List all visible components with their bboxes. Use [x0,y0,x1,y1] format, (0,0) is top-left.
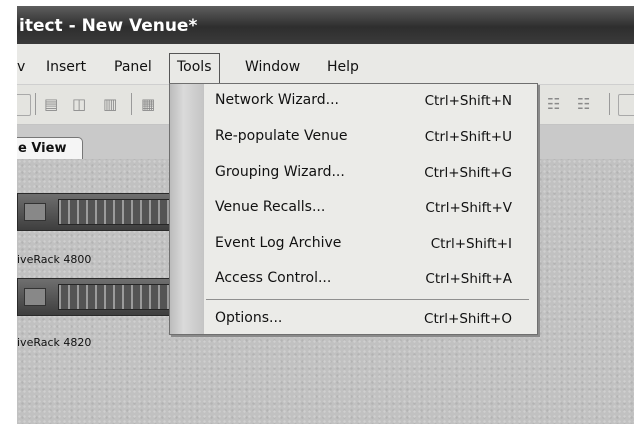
menu-item-shortcut: Ctrl+Shift+O [424,311,512,327]
device-slots [58,284,170,310]
menu-item-event-log-archive[interactable]: Event Log Archive Ctrl+Shift+I [170,231,537,261]
menu-item-label: Event Log Archive [215,235,342,251]
menu-item-network-wizard[interactable]: Network Wizard... Ctrl+Shift+N [170,88,537,118]
menu-help[interactable]: Help [327,54,359,80]
menu-panel[interactable]: Panel [114,54,152,80]
toolbar-icon-1[interactable] [17,94,31,116]
menu-tools[interactable]: Tools [169,53,220,85]
menu-item-shortcut: Ctrl+Shift+I [430,236,512,252]
menu-item-label: Venue Recalls... [215,199,326,215]
menu-item-shortcut: Ctrl+Shift+G [424,165,512,181]
menu-item-repopulate-venue[interactable]: Re-populate Venue Ctrl+Shift+U [170,124,537,154]
align-bottom-icon[interactable]: ▥ [103,94,117,114]
toolbar-separator [131,93,132,115]
menu-item-shortcut: Ctrl+Shift+A [425,271,512,287]
menu-item-grouping-wizard[interactable]: Grouping Wizard... Ctrl+Shift+G [170,160,537,190]
menu-bar: v Insert Panel Tools Window Help [17,44,634,85]
menu-window[interactable]: Window [245,54,300,80]
menu-item-access-control[interactable]: Access Control... Ctrl+Shift+A [170,266,537,296]
toolbar-separator [609,93,610,115]
menu-item-label: Network Wizard... [215,92,340,108]
menu-insert[interactable]: Insert [46,54,86,80]
menu-view[interactable]: v [17,54,25,80]
grid-b-icon[interactable]: ☷ [577,94,590,114]
menu-item-venue-recalls[interactable]: Venue Recalls... Ctrl+Shift+V [170,195,537,225]
menu-item-shortcut: Ctrl+Shift+N [424,93,512,109]
align-top-icon[interactable]: ▤ [44,94,58,114]
device-label: iveRack 4800 [17,253,92,266]
menu-item-shortcut: Ctrl+Shift+V [425,200,512,216]
tools-dropdown-menu: Network Wizard... Ctrl+Shift+N Re-popula… [169,83,538,335]
menu-item-label: Access Control... [215,270,332,286]
device-panel [24,288,46,306]
menu-item-label: Options... [215,310,283,326]
device-panel [24,203,46,221]
device-slots [58,199,170,225]
title-bar: itect - New Venue* [17,6,634,44]
align-center-icon[interactable]: ◫ [72,94,86,114]
device-rack-4820[interactable] [17,278,179,316]
menu-divider [206,299,529,300]
device-rack-4800[interactable] [17,193,179,231]
device-label: iveRack 4820 [17,336,92,349]
tab-venue-view[interactable]: e View [17,137,83,159]
application-window: itect - New Venue* v Insert Panel Tools … [17,6,634,424]
menu-item-options[interactable]: Options... Ctrl+Shift+O [170,306,537,336]
toolbar-frame-icon[interactable] [618,94,634,116]
menu-item-label: Re-populate Venue [215,128,348,144]
grid-a-icon[interactable]: ☷ [547,94,560,114]
toolbar-separator [35,93,36,115]
menu-item-shortcut: Ctrl+Shift+U [424,129,512,145]
window-title: itect - New Venue* [19,16,198,36]
distribute-icon[interactable]: ▦ [141,94,155,114]
menu-item-label: Grouping Wizard... [215,164,345,180]
